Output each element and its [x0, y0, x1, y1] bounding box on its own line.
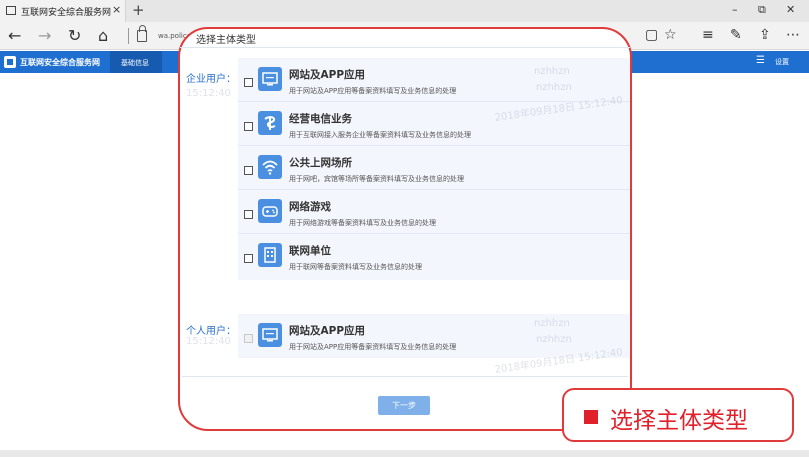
building-icon — [258, 243, 282, 267]
item-desc: 用于互联网接入服务企业等备案资料填写及业务信息的处理 — [289, 131, 471, 139]
web-note-icon[interactable]: ✎ — [730, 27, 742, 43]
wifi-icon — [258, 155, 282, 179]
item-title: 网站及APP应用 — [289, 69, 366, 81]
nav-tab-basic-info[interactable]: 基础信息 — [110, 51, 162, 73]
page-bottom-strip — [0, 450, 809, 457]
monitor-icon — [258, 67, 282, 91]
next-step-button[interactable]: 下一步 — [378, 396, 430, 415]
item-desc: 用于网吧，宾馆等场所等备案资料填写及业务信息的处理 — [289, 175, 464, 183]
hub-icon[interactable]: ≡ — [702, 27, 714, 43]
enterprise-user-label: 企业用户： — [186, 74, 236, 85]
address-separator — [128, 28, 129, 44]
list-item[interactable]: 网络游戏 用于网络游戏等备案资料填写及业务信息的处理 — [238, 190, 630, 234]
favorite-star-icon[interactable]: ☆ — [664, 27, 677, 43]
back-icon[interactable]: ← — [8, 26, 21, 45]
nav-tab-label: 基础信息 — [121, 59, 149, 67]
entity-checkbox[interactable] — [244, 334, 253, 343]
modal-footer-divider — [182, 376, 628, 377]
new-tab-button[interactable]: + — [132, 1, 145, 19]
home-icon[interactable]: ⌂ — [98, 26, 108, 45]
restore-button[interactable]: ⧉ — [758, 3, 766, 17]
item-title: 网络游戏 — [289, 201, 331, 213]
page-icon — [6, 6, 16, 15]
item-title: 公共上网场所 — [289, 157, 352, 169]
reading-view-icon[interactable]: ▢ — [645, 27, 658, 43]
list-item[interactable]: 联网单位 用于联网等备案资料填写及业务信息的处理 — [238, 234, 630, 278]
site-name[interactable]: 互联网安全综合服务网 — [20, 57, 100, 68]
entity-checkbox[interactable] — [244, 78, 253, 87]
share-icon[interactable]: ⇪ — [759, 27, 771, 43]
gamepad-icon — [258, 199, 282, 223]
browser-tab[interactable]: 互联网安全综合服务网 × — [0, 0, 126, 22]
more-icon[interactable]: ⋯ — [786, 27, 800, 43]
entity-checkbox[interactable] — [244, 166, 253, 175]
modal-title: 选择主体类型 — [196, 35, 256, 46]
list-item[interactable]: 公共上网场所 用于网吧，宾馆等场所等备案资料填写及业务信息的处理 — [238, 146, 630, 190]
lock-icon — [137, 25, 147, 42]
personal-user-label: 个人用户： — [186, 326, 236, 337]
item-desc: 用于联网等备案资料填写及业务信息的处理 — [289, 263, 422, 271]
entity-checkbox[interactable] — [244, 254, 253, 263]
item-desc: 用于网站及APP应用等备案资料填写及业务信息的处理 — [289, 87, 457, 95]
item-title: 经营电信业务 — [289, 113, 352, 125]
tab-title: 互联网安全综合服务网 — [21, 8, 112, 18]
callout-box: 选择主体类型 — [562, 388, 794, 442]
list-item[interactable]: 经营电信业务 用于互联网接入服务企业等备案资料填写及业务信息的处理 — [238, 102, 630, 146]
menu-icon[interactable]: ☰ — [756, 55, 765, 66]
entity-checkbox[interactable] — [244, 122, 253, 131]
callout-text: 选择主体类型 — [610, 408, 748, 434]
settings-link[interactable]: 设置 — [775, 57, 789, 67]
monitor-icon — [258, 323, 282, 347]
tab-close-button[interactable]: × — [112, 3, 121, 16]
telecom-icon — [258, 111, 282, 135]
close-window-button[interactable]: ✕ — [786, 3, 795, 16]
callout-bullet — [584, 410, 598, 424]
item-title: 联网单位 — [289, 245, 331, 257]
list-item[interactable]: 网站及APP应用 用于网站及APP应用等备案资料填写及业务信息的处理 — [238, 58, 630, 102]
browser-tab-bar: 互联网安全综合服务网 × + – ⧉ ✕ — [0, 0, 809, 22]
forward-icon[interactable]: → — [38, 26, 51, 45]
item-desc: 用于网站及APP应用等备案资料填写及业务信息的处理 — [289, 343, 457, 351]
modal-title-divider — [180, 47, 630, 48]
item-desc: 用于网络游戏等备案资料填写及业务信息的处理 — [289, 219, 436, 227]
entity-checkbox[interactable] — [244, 210, 253, 219]
refresh-icon[interactable]: ↻ — [68, 26, 81, 45]
site-logo-icon — [4, 56, 16, 68]
minimize-button[interactable]: – — [732, 3, 738, 16]
item-title: 网站及APP应用 — [289, 325, 366, 337]
list-item[interactable]: 网站及APP应用 用于网站及APP应用等备案资料填写及业务信息的处理 — [238, 314, 630, 358]
